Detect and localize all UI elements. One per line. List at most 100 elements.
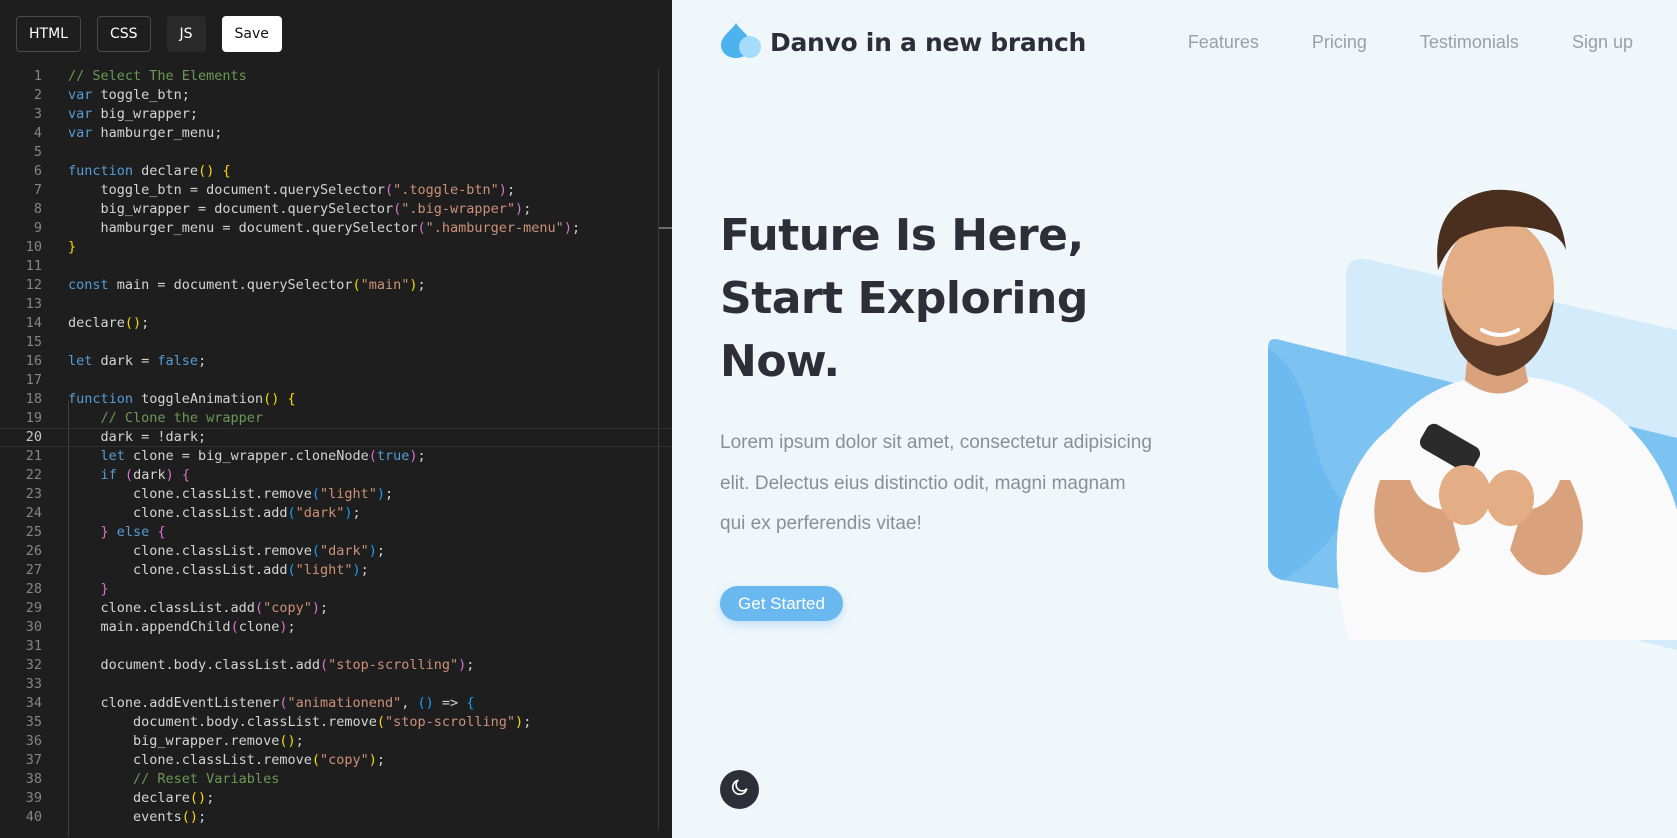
- code-line[interactable]: 27 clone.classList.add("light");: [0, 561, 672, 580]
- code-line[interactable]: 17: [0, 371, 672, 390]
- code-line[interactable]: 29 clone.classList.add("copy");: [0, 599, 672, 618]
- code-line[interactable]: 11: [0, 257, 672, 276]
- code-line[interactable]: 31: [0, 637, 672, 656]
- code-line[interactable]: 20 dark = !dark;: [0, 428, 672, 447]
- code-token: ): [376, 486, 386, 502]
- code-line[interactable]: 13: [0, 295, 672, 314]
- code-line[interactable]: 24 clone.classList.add("dark");: [0, 504, 672, 523]
- code-token: main = document.querySelector: [108, 277, 353, 293]
- line-number: 28: [25, 581, 42, 597]
- code-token: ;: [198, 353, 207, 369]
- code-text: const main = document.querySelector("mai…: [68, 276, 426, 295]
- code-line[interactable]: 8 big_wrapper = document.querySelector("…: [0, 200, 672, 219]
- code-line[interactable]: 38 // Reset Variables: [0, 770, 672, 789]
- code-token: (: [287, 562, 296, 578]
- dark-mode-toggle[interactable]: [720, 770, 759, 809]
- code-line[interactable]: 4 var hamburger_menu;: [0, 124, 672, 143]
- code-line[interactable]: 3 var big_wrapper;: [0, 105, 672, 124]
- code-token: ): [409, 277, 418, 293]
- line-number: 36: [25, 733, 42, 749]
- code-token: (: [287, 505, 296, 521]
- code-line[interactable]: 1 // Select The Elements: [0, 67, 672, 86]
- code-token: hamburger_menu = document.querySelector: [68, 220, 418, 236]
- code-token: (: [230, 619, 239, 635]
- line-number: 6: [33, 163, 42, 179]
- code-token: (): [263, 391, 280, 407]
- code-token: (: [254, 600, 264, 616]
- code-line[interactable]: 19 // Clone the wrapper: [0, 409, 672, 428]
- code-token: true: [376, 448, 410, 464]
- code-token: (: [124, 467, 134, 483]
- logo[interactable]: Danvo in a new branch: [720, 18, 1086, 66]
- code-line[interactable]: 26 clone.classList.remove("dark");: [0, 542, 672, 561]
- code-token: document.body.classList.add: [68, 657, 320, 673]
- code-line[interactable]: 34 clone.addEventListener("animationend"…: [0, 694, 672, 713]
- code-text: let dark = false;: [68, 352, 206, 371]
- nav-testimonials[interactable]: Testimonials: [1420, 32, 1519, 53]
- code-line[interactable]: 18 function toggleAnimation() {: [0, 390, 672, 409]
- hero-title-line: Start Exploring: [720, 273, 1088, 324]
- code-line[interactable]: 35 document.body.classList.remove("stop-…: [0, 713, 672, 732]
- nav-sign-up[interactable]: Sign up: [1572, 32, 1633, 53]
- code-token: "light": [295, 562, 353, 578]
- tab-js[interactable]: JS: [166, 16, 206, 52]
- code-token: {: [157, 524, 166, 540]
- tab-html[interactable]: HTML: [16, 16, 81, 52]
- code-text: clone.classList.remove("light");: [68, 485, 393, 504]
- code-text: function declare() {: [68, 162, 231, 181]
- code-token: var: [68, 106, 93, 122]
- code-token: ;: [376, 543, 386, 559]
- code-line[interactable]: 25 } else {: [0, 523, 672, 542]
- code-line[interactable]: 22 if (dark) {: [0, 466, 672, 485]
- line-number: 14: [25, 315, 42, 331]
- tab-css[interactable]: CSS: [96, 16, 151, 52]
- line-number: 18: [25, 391, 42, 407]
- code-line[interactable]: 14 declare();: [0, 314, 672, 333]
- code-token: clone.classList.add: [68, 600, 255, 616]
- save-button[interactable]: Save: [221, 16, 282, 52]
- nav-pricing[interactable]: Pricing: [1312, 32, 1367, 53]
- editor-scrollbar-track[interactable]: [658, 68, 672, 830]
- line-number: 21: [25, 448, 42, 464]
- code-token: ): [368, 543, 377, 559]
- nav-features[interactable]: Features: [1188, 32, 1259, 53]
- code-line[interactable]: 30 main.appendChild(clone);: [0, 618, 672, 637]
- code-line[interactable]: 40 events();: [0, 808, 672, 827]
- code-line[interactable]: 21 let clone = big_wrapper.cloneNode(tru…: [0, 447, 672, 466]
- code-token: events: [68, 809, 182, 825]
- code-token: false: [157, 353, 199, 369]
- code-line[interactable]: 12 const main = document.querySelector("m…: [0, 276, 672, 295]
- code-line[interactable]: 7 toggle_btn = document.querySelector(".…: [0, 181, 672, 200]
- hero-text-line: qui ex perferendis vitae!: [720, 513, 922, 534]
- code-text: document.body.classList.remove("stop-scr…: [68, 713, 531, 732]
- code-line[interactable]: 2 var toggle_btn;: [0, 86, 672, 105]
- code-line[interactable]: 16 let dark = false;: [0, 352, 672, 371]
- code-text-area[interactable]: 1// Select The Elements 2 var toggle_btn; 3…: [0, 67, 672, 838]
- code-token: ): [563, 220, 572, 236]
- code-line[interactable]: 23 clone.classList.remove("light");: [0, 485, 672, 504]
- code-line[interactable]: 32 document.body.classList.add("stop-scr…: [0, 656, 672, 675]
- code-line[interactable]: 28 }: [0, 580, 672, 599]
- editor-scrollbar-thumb[interactable]: [659, 227, 672, 229]
- code-text: var toggle_btn;: [68, 86, 190, 105]
- code-line[interactable]: 33: [0, 675, 672, 694]
- code-line[interactable]: 10}: [0, 238, 672, 257]
- code-token: (: [352, 277, 361, 293]
- code-line[interactable]: 9 hamburger_menu = document.querySelecto…: [0, 219, 672, 238]
- code-token: ): [409, 448, 418, 464]
- code-line[interactable]: 36 big_wrapper.remove();: [0, 732, 672, 751]
- code-line[interactable]: 15: [0, 333, 672, 352]
- code-line[interactable]: 39 declare();: [0, 789, 672, 808]
- code-line[interactable]: 6 function declare() {: [0, 162, 672, 181]
- code-token: "stop-scrolling": [328, 657, 459, 673]
- get-started-button[interactable]: Get Started: [720, 586, 843, 621]
- code-token: // Clone the wrapper: [68, 410, 264, 426]
- code-line[interactable]: 37 clone.classList.remove("copy");: [0, 751, 672, 770]
- code-line[interactable]: 5: [0, 143, 672, 162]
- line-number: 7: [33, 182, 42, 198]
- code-token: var: [68, 87, 93, 103]
- hero-description: Lorem ipsum dolor sit amet, consectetur …: [720, 423, 1200, 545]
